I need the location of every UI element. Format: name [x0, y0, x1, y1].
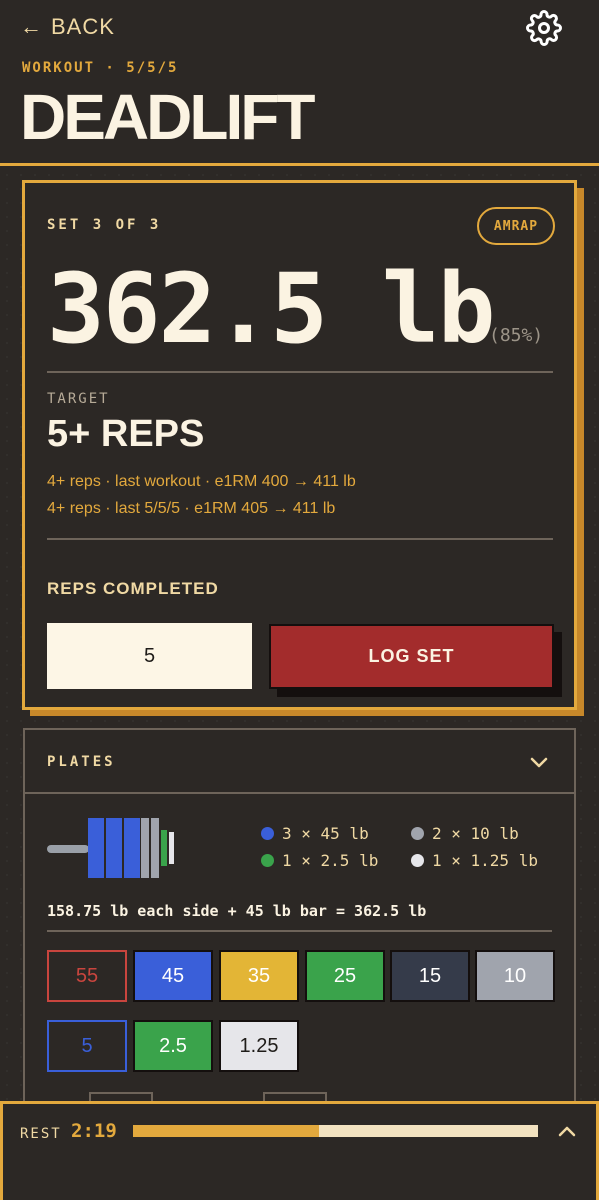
reps-completed-label: REPS COMPLETED	[47, 579, 219, 598]
legend-item: 2 × 10 lb	[411, 824, 519, 843]
plate-color-dot	[261, 827, 274, 840]
page-title: DEADLIFT	[20, 81, 315, 153]
amrap-badge: AMRAP	[477, 207, 555, 245]
legend-item: 1 × 2.5 lb	[261, 851, 378, 870]
log-set-button[interactable]: LOG SET	[269, 624, 554, 689]
plate-chip[interactable]: 45	[133, 950, 213, 1002]
plate-2-5	[161, 830, 167, 866]
target-reps: 5+ REPS	[47, 413, 205, 455]
legend-text: 3 × 45 lb	[282, 824, 369, 843]
divider	[47, 371, 553, 373]
legend-item: 3 × 45 lb	[261, 824, 369, 843]
rest-progress-fill	[133, 1125, 320, 1137]
barbell-diagram	[47, 818, 174, 878]
plate-color-dot	[261, 854, 274, 867]
rest-label: REST	[20, 1126, 62, 1142]
header: ← BACK WORKOUT · 5/5/5 DEADLIFT	[0, 0, 599, 166]
legend-text: 1 × 2.5 lb	[282, 851, 379, 870]
history-line: 4+ reps · last 5/5/5 · e1RM 405 → 411 lb	[47, 500, 336, 517]
reps-input[interactable]	[47, 623, 252, 689]
rest-timer-bar: REST 2:19	[0, 1101, 599, 1200]
rest-progress-track	[133, 1125, 538, 1137]
target-label: TARGET	[47, 391, 110, 407]
weight-equation: 158.75 lb each side + 45 lb bar = 362.5 …	[47, 902, 427, 920]
back-label: BACK	[51, 14, 115, 39]
plate-chip[interactable]: 2.5	[133, 1020, 213, 1072]
plate-chip[interactable]: 15	[390, 950, 470, 1002]
divider	[47, 930, 552, 932]
legend-text: 1 × 1.25 lb	[432, 851, 538, 870]
plates-header[interactable]: PLATES	[25, 730, 574, 794]
workout-kicker: WORKOUT · 5/5/5	[22, 60, 179, 76]
plate-10	[141, 818, 149, 878]
plate-chip[interactable]: 35	[219, 950, 299, 1002]
back-button[interactable]: ← BACK	[20, 14, 115, 40]
plate-45	[124, 818, 140, 878]
plate-1-25	[169, 832, 174, 864]
legend-text: 2 × 10 lb	[432, 824, 519, 843]
set-card: SET 3 OF 3 AMRAP 362.5 lb (85%) TARGET 5…	[22, 180, 577, 710]
legend-item: 1 × 1.25 lb	[411, 851, 538, 870]
plates-panel: PLATES 3 × 45 lb 2 × 10 lb 1 × 2.5 lb 1 …	[23, 728, 576, 1148]
plate-chip[interactable]: 10	[475, 950, 555, 1002]
barbell-sleeve	[47, 845, 89, 853]
history-line: 4+ reps · last workout · e1RM 400 → 411 …	[47, 473, 356, 490]
plate-chip[interactable]: 1.25	[219, 1020, 299, 1072]
gear-icon[interactable]	[526, 10, 562, 46]
set-label: SET 3 OF 3	[47, 217, 162, 233]
chevron-down-icon	[530, 757, 548, 768]
weight-percent: (85%)	[489, 325, 544, 346]
plate-color-dot	[411, 854, 424, 867]
chevron-up-icon[interactable]	[555, 1120, 579, 1144]
rest-time: 2:19	[71, 1120, 117, 1142]
plate-color-dot	[411, 827, 424, 840]
plate-chip[interactable]: 5	[47, 1020, 127, 1072]
plate-45	[106, 818, 122, 878]
arrow-left-icon: ←	[20, 14, 43, 39]
plate-45	[88, 818, 104, 878]
plate-chip[interactable]: 55	[47, 950, 127, 1002]
target-weight: 362.5 lb	[47, 253, 495, 365]
plate-chip[interactable]: 25	[305, 950, 385, 1002]
divider	[47, 538, 553, 540]
plates-title: PLATES	[47, 754, 116, 770]
plate-10	[151, 818, 159, 878]
